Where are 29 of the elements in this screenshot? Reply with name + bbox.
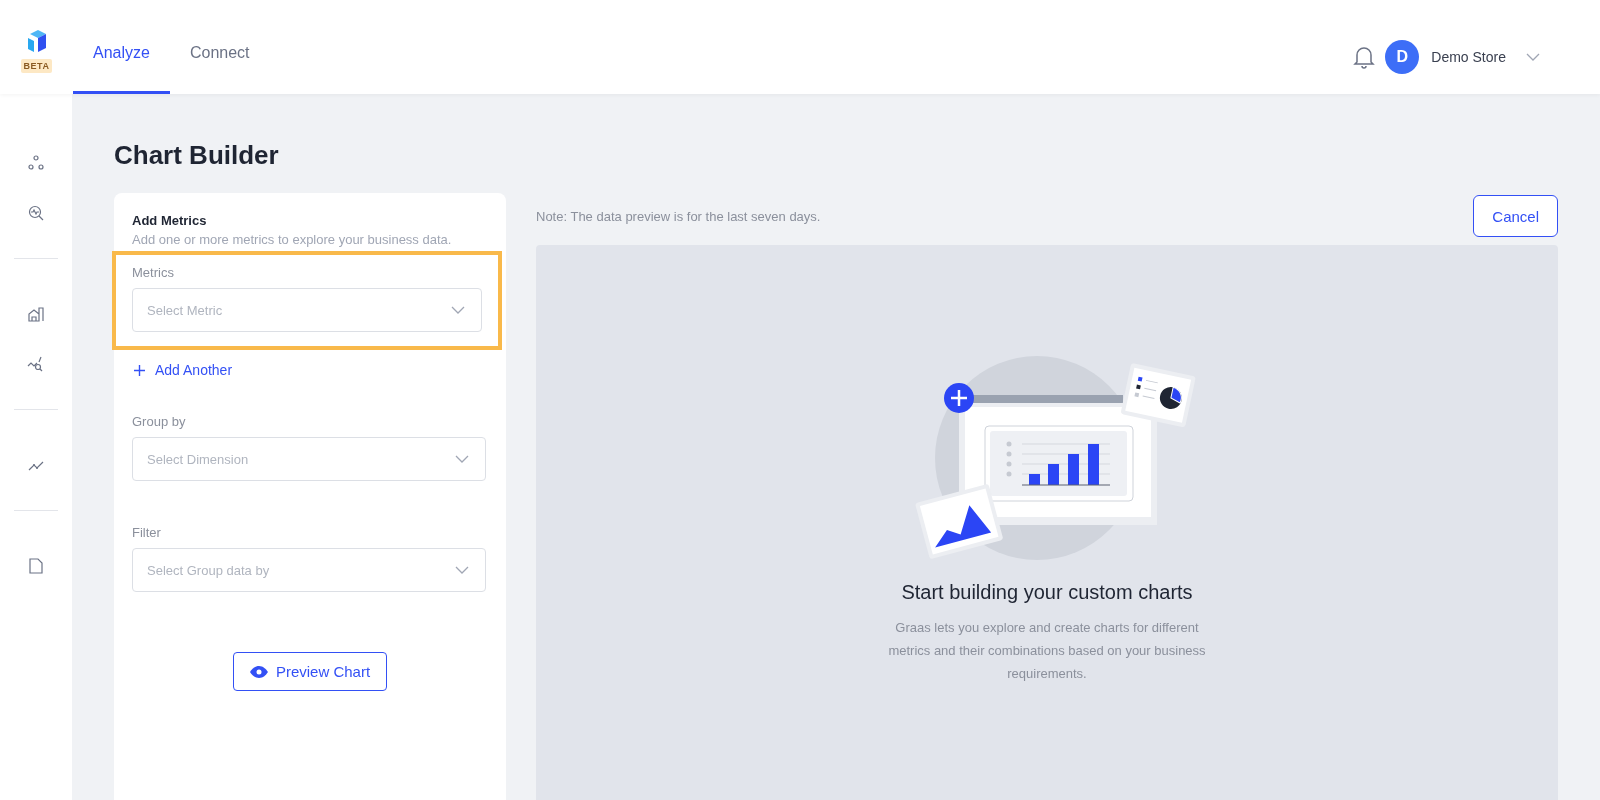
analytics-search-icon[interactable] (27, 204, 45, 222)
nav-tab[interactable]: Connect (169, 0, 270, 94)
store-building-icon[interactable] (27, 305, 45, 323)
add-another-link[interactable]: Add Another (134, 362, 233, 378)
notification-bell-icon[interactable] (1353, 45, 1376, 69)
trend-search-icon[interactable] (27, 355, 45, 373)
section-heading: Add Metrics (132, 213, 208, 228)
field-label: Group by (132, 414, 187, 429)
page-title: Chart Builder (114, 140, 280, 171)
plus-icon (134, 364, 145, 376)
field-label: Metrics (132, 265, 175, 280)
store-name[interactable]: Demo Store (1431, 49, 1506, 65)
document-icon[interactable] (27, 557, 45, 575)
preview-chart-button[interactable]: Preview Chart (232, 652, 388, 691)
chevron-down-icon (451, 306, 465, 314)
chevron-down-icon (455, 455, 469, 463)
cancel-button[interactable]: Cancel (1473, 195, 1558, 237)
field-label: Filter (132, 525, 162, 540)
user-avatar[interactable]: D (1385, 40, 1420, 74)
section-description: Add one or more metrics to explore your business data. (132, 232, 453, 247)
nav-tab[interactable]: Analyze (73, 0, 170, 94)
chevron-down-icon (455, 566, 469, 574)
empty-state-description: Graas lets you explore and create charts for different metrics and their combinations based on your business requirements. (887, 619, 1207, 683)
data-preview-note: Note: The data preview is for the last seven days. (536, 208, 821, 224)
beta-badge: BETA (20, 58, 53, 73)
empty-state-title: Start building your custom charts (901, 581, 1193, 604)
chevron-down-icon (1526, 53, 1540, 61)
eye-icon (249, 665, 268, 678)
nodes-icon[interactable] (27, 154, 45, 172)
